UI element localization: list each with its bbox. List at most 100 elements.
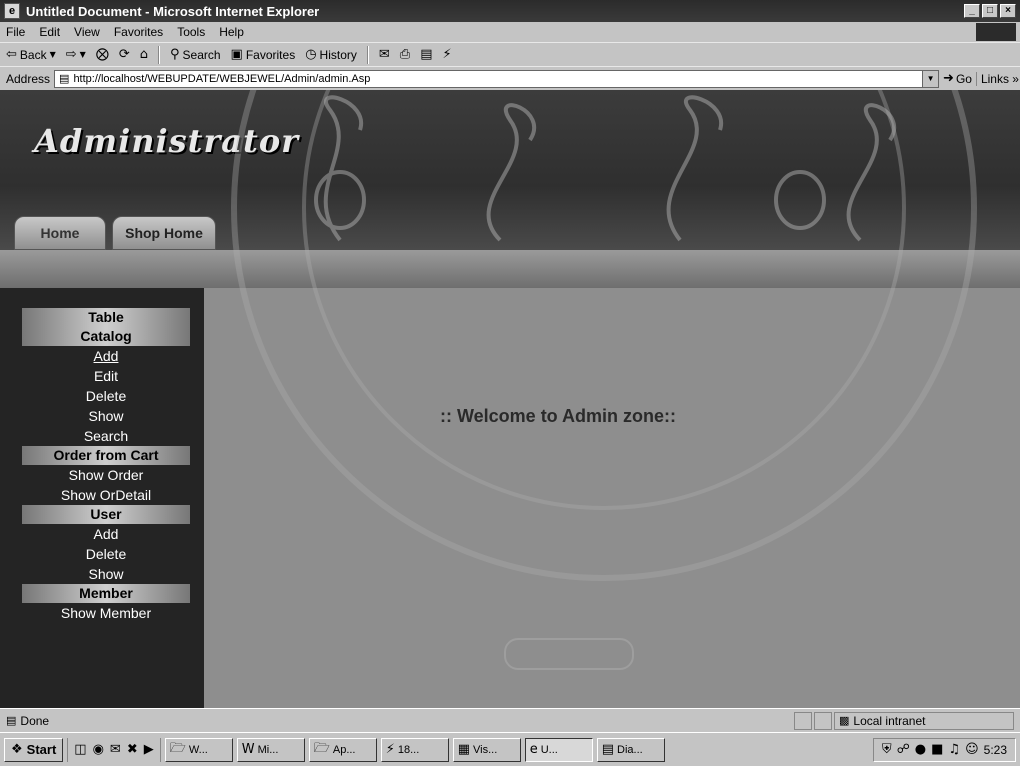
- windows-logo-icon: ❖: [11, 742, 23, 757]
- toolbar-separator: [157, 45, 160, 64]
- record-icon[interactable]: ●: [915, 742, 926, 757]
- taskbar-item-label: Vis...: [473, 743, 498, 756]
- clock: 5:23: [983, 742, 1007, 757]
- edit-icon[interactable]: ▤: [420, 47, 432, 62]
- windows-taskbar: ❖ Start ◫ ◉ ✉ ✖ ▶ 🗁 W... W Mi... 🗁 Ap... ⚡ 1…: [0, 732, 1020, 766]
- menu-edit[interactable]: Edit: [39, 25, 60, 39]
- menu-tools[interactable]: Tools: [177, 25, 205, 39]
- go-button[interactable]: ➜ Go: [943, 71, 972, 86]
- sidebar-header-user: User: [22, 505, 190, 524]
- taskbar-item[interactable]: 🗁 W...: [164, 737, 233, 762]
- folder-icon: 🗁: [313, 740, 330, 756]
- address-input[interactable]: ▤ http://localhost/WEBUPDATE/WEBJEWEL/Ad…: [54, 69, 940, 88]
- history-label: History: [319, 47, 357, 62]
- menu-view[interactable]: View: [74, 25, 100, 39]
- page-icon: ▤: [59, 72, 70, 85]
- back-button[interactable]: ⇦ Back ▼: [6, 47, 56, 62]
- status-pane: [794, 711, 812, 730]
- chevron-down-icon: ▼: [79, 50, 86, 59]
- language-icon[interactable]: ■: [931, 742, 943, 757]
- menu-file[interactable]: File: [6, 25, 25, 39]
- sidebar-link-catalog-edit[interactable]: Edit: [8, 366, 204, 386]
- links-button[interactable]: Links »: [975, 71, 1019, 86]
- media-icon[interactable]: ▶: [144, 742, 154, 757]
- sidebar-link-user-add[interactable]: Add: [8, 524, 204, 544]
- ie-throbber-icon: [976, 23, 1016, 41]
- outlook-icon[interactable]: ✉: [110, 742, 121, 757]
- sidebar-link-catalog-add[interactable]: Add: [8, 346, 204, 366]
- search-label: Search: [182, 47, 221, 62]
- tool-icon[interactable]: ✖: [127, 742, 138, 757]
- sidebar-link-catalog-show[interactable]: Show: [8, 406, 204, 426]
- taskbar-item-label: 18...: [397, 743, 420, 756]
- diagram-icon: ▤: [601, 742, 615, 757]
- toolbar-separator: [366, 45, 369, 64]
- ie-launch-icon[interactable]: ◉: [93, 742, 104, 757]
- home-icon[interactable]: ⌂: [140, 47, 148, 62]
- sidebar-link-user-delete[interactable]: Delete: [8, 544, 204, 564]
- taskbar-item-active[interactable]: e U...: [524, 737, 593, 762]
- taskbar-item-label: W...: [188, 743, 208, 756]
- menu-help[interactable]: Help: [219, 25, 244, 39]
- ie-icon: e: [4, 3, 20, 19]
- faded-logo-image: [504, 638, 634, 670]
- taskbar-item[interactable]: ▤ Dia...: [596, 737, 665, 762]
- taskbar-item[interactable]: W Mi...: [236, 737, 305, 762]
- sidebar-link-catalog-delete[interactable]: Delete: [8, 386, 204, 406]
- sidebar-header-table: Table: [22, 308, 190, 327]
- volume-icon[interactable]: ♫: [948, 742, 960, 757]
- sidebar-link-catalog-search[interactable]: Search: [8, 426, 204, 446]
- refresh-icon[interactable]: ⟳: [119, 47, 130, 62]
- status-bar: ▤ Done ▩ Local intranet: [0, 708, 1020, 732]
- sidebar-header-member: Member: [22, 584, 190, 603]
- search-button[interactable]: ⚲ Search: [170, 47, 221, 62]
- word-icon: W: [241, 742, 255, 757]
- favorites-button[interactable]: ▣ Favorites: [231, 47, 296, 62]
- forward-arrow-icon: ⇨: [65, 47, 77, 62]
- forward-button[interactable]: ⇨ ▼: [66, 47, 86, 62]
- menu-bar: File Edit View Favorites Tools Help: [0, 22, 1020, 42]
- favorites-icon: ▣: [230, 47, 243, 62]
- taskbar-item[interactable]: ▦ Vis...: [452, 737, 521, 762]
- search-icon: ⚲: [169, 47, 180, 62]
- address-label: Address: [6, 71, 51, 86]
- shield-icon[interactable]: ⛨: [882, 742, 892, 757]
- system-tray: ⛨ ☍ ● ■ ♫ ☺ 5:23: [872, 737, 1016, 762]
- app-icon: ⚡: [385, 742, 395, 757]
- zone-label: Local intranet: [853, 713, 926, 728]
- stop-icon[interactable]: ⨂: [96, 47, 109, 62]
- taskbar-item[interactable]: ⚡ 18...: [380, 737, 449, 762]
- back-label: Back: [19, 47, 47, 62]
- history-button[interactable]: ◷ History: [305, 47, 357, 62]
- messenger-tray-icon[interactable]: ☺: [965, 742, 979, 757]
- desktop-icon[interactable]: ◫: [74, 742, 86, 757]
- status-pane: [814, 711, 832, 730]
- maximize-button[interactable]: □: [982, 4, 998, 18]
- start-button[interactable]: ❖ Start: [4, 737, 64, 762]
- address-dropdown-icon[interactable]: ▼: [922, 70, 939, 87]
- sidebar-link-show-order[interactable]: Show Order: [8, 465, 204, 485]
- history-icon: ◷: [305, 47, 317, 62]
- quick-launch: ◫ ◉ ✉ ✖ ▶: [67, 737, 161, 762]
- tab-shop-home[interactable]: Shop Home: [112, 216, 216, 250]
- standard-toolbar: ⇦ Back ▼ ⇨ ▼ ⨂ ⟳ ⌂ ⚲ Search ▣ Favorites …: [0, 42, 1020, 66]
- menu-favorites[interactable]: Favorites: [114, 25, 163, 39]
- close-button[interactable]: ×: [1000, 4, 1016, 18]
- sidebar-link-user-show[interactable]: Show: [8, 564, 204, 584]
- mail-icon[interactable]: ✉: [379, 47, 390, 62]
- go-arrow-icon: ➜: [943, 71, 954, 86]
- messenger-icon[interactable]: ⚡: [443, 47, 452, 62]
- minimize-button[interactable]: _: [964, 4, 980, 18]
- network-icon[interactable]: ☍: [897, 742, 910, 757]
- main-content: :: Welcome to Admin zone::: [204, 90, 1020, 708]
- sidebar-link-show-ordetail[interactable]: Show OrDetail: [8, 485, 204, 505]
- taskbar-item-label: Ap...: [332, 743, 356, 756]
- chevron-down-icon: ▼: [49, 50, 56, 59]
- taskbar-item[interactable]: 🗁 Ap...: [308, 737, 377, 762]
- sidebar-link-show-member[interactable]: Show Member: [8, 603, 204, 623]
- security-zone: ▩ Local intranet: [834, 711, 1014, 730]
- ie-icon: e: [529, 742, 538, 757]
- tab-home[interactable]: Home: [14, 216, 106, 250]
- print-icon[interactable]: ⎙: [400, 47, 410, 62]
- address-bar: Address ▤ http://localhost/WEBUPDATE/WEB…: [0, 66, 1020, 90]
